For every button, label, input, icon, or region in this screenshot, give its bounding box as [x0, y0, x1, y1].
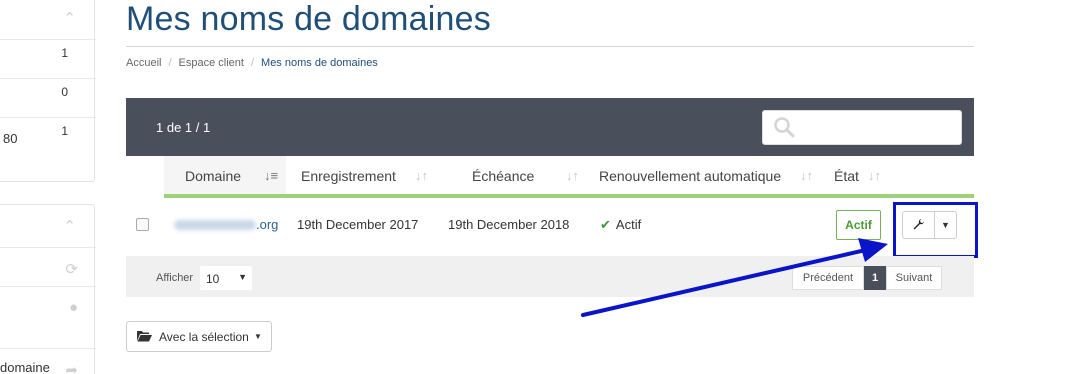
- folder-open-icon: [137, 331, 152, 342]
- table-row: .org 19th December 2017 19th December 20…: [126, 198, 974, 256]
- sidebar: ⌃ 1 0 80 1 ⌃ ⟳ ● ➦ domaine: [0, 0, 96, 374]
- breadcrumb-current: Mes noms de domaines: [261, 57, 378, 69]
- refresh-icon: ⟳: [65, 261, 78, 278]
- search-icon: [774, 117, 795, 138]
- breadcrumb: Accueil / Espace client / Mes noms de domain…: [126, 57, 378, 69]
- sidebar-action[interactable]: ⟳: [0, 247, 96, 286]
- status-badge: Actif: [836, 210, 881, 240]
- column-label: Renouvellement automatique: [599, 168, 782, 184]
- column-label: Échéance: [472, 168, 535, 184]
- breadcrumb-separator: /: [168, 57, 172, 69]
- sidebar-panel-summary: ⌃ 1 0 80 1: [0, 0, 96, 182]
- sort-icon: ↓≡: [264, 168, 279, 183]
- column-header-domain[interactable]: Domaine ↓≡: [164, 156, 286, 198]
- breadcrumb-separator: /: [250, 57, 255, 69]
- sidebar-count: 1: [61, 46, 68, 60]
- column-label: Domaine: [185, 168, 242, 184]
- chevron-up-icon[interactable]: ⌃: [63, 217, 76, 235]
- breadcrumb-client-area[interactable]: Espace client: [179, 57, 244, 69]
- sidebar-row[interactable]: 0: [0, 78, 96, 117]
- show-label: Afficher: [156, 272, 194, 284]
- sort-icon: ↓↑: [868, 168, 881, 183]
- auto-renew-status: ✔ Actif: [600, 217, 641, 233]
- pagination-page[interactable]: 1: [864, 266, 886, 290]
- domain-link[interactable]: .org: [256, 217, 278, 232]
- sidebar-panel-actions: ⌃ ⟳ ● ➦: [0, 204, 96, 374]
- registration-date: 19th December 2017: [297, 217, 419, 232]
- column-header-registration[interactable]: Enregistrement ↓↑: [286, 156, 436, 198]
- sidebar-action[interactable]: ●: [0, 286, 96, 348]
- caret-down-icon: ▼: [254, 332, 262, 341]
- check-icon: ✔: [600, 217, 611, 232]
- page-title: Mes noms de domaines: [126, 0, 491, 38]
- sort-icon: ↓↑: [415, 168, 428, 183]
- sidebar-bottom-label[interactable]: domaine: [0, 360, 50, 374]
- column-label: Enregistrement: [301, 168, 396, 184]
- row-checkbox[interactable]: [136, 218, 149, 231]
- sidebar-row[interactable]: 1: [0, 39, 96, 78]
- globe-icon: ●: [68, 299, 78, 316]
- column-label: État: [834, 168, 859, 184]
- chevron-up-icon[interactable]: ⌃: [63, 9, 76, 27]
- per-page-select[interactable]: 10 ▼: [200, 266, 252, 290]
- column-header-auto-renew[interactable]: Renouvellement automatique ↓↑: [589, 156, 824, 198]
- pagination-prev[interactable]: Précédent: [792, 266, 864, 290]
- annotation-highlight-box: [893, 202, 978, 258]
- sort-icon: ↓↑: [800, 168, 813, 183]
- pagination-next[interactable]: Suivant: [886, 266, 942, 290]
- column-header-status[interactable]: État ↓↑: [824, 156, 974, 198]
- table-toolbar: 1 de 1 / 1: [126, 98, 974, 156]
- table-footer: Afficher 10 ▼ Précédent 1 Suivant: [126, 256, 974, 297]
- bulk-action-label: Avec la sélection: [159, 330, 249, 344]
- domain-name-redacted[interactable]: [174, 220, 256, 230]
- caret-down-icon: ▼: [238, 272, 247, 282]
- record-count: 1 de 1 / 1: [156, 120, 211, 135]
- sort-icon: ↓↑: [566, 168, 579, 183]
- sidebar-count: 0: [61, 85, 68, 99]
- search-input[interactable]: [762, 110, 962, 145]
- bulk-action-button[interactable]: Avec la sélection ▼: [126, 321, 272, 352]
- column-header-expiry[interactable]: Échéance ↓↑: [436, 156, 589, 198]
- sidebar-row[interactable]: 80 1: [0, 117, 96, 157]
- expiry-date: 19th December 2018: [448, 217, 570, 232]
- sidebar-row-label: 80: [3, 131, 18, 146]
- per-page-value: 10: [206, 272, 220, 286]
- table-header-row: Domaine ↓≡ Enregistrement ↓↑ Échéance ↓↑…: [126, 156, 974, 198]
- breadcrumb-home[interactable]: Accueil: [126, 57, 161, 69]
- sidebar-count: 1: [61, 124, 68, 138]
- share-arrow-icon: ➦: [65, 362, 78, 374]
- title-divider: [126, 46, 974, 47]
- auto-renew-label: Actif: [615, 217, 642, 232]
